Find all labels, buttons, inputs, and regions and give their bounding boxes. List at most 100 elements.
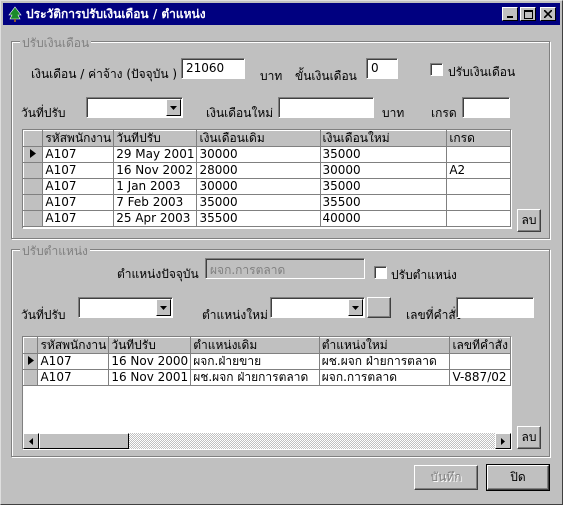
- table-row[interactable]: A107 16 Nov 2000 ผจก.ฝ่ายขาย ผช.ผจก ฝ่ายการ…: [23, 353, 511, 370]
- chevron-down-icon[interactable]: [348, 299, 363, 316]
- row-indicator[interactable]: [23, 146, 44, 163]
- new-position-label: ตำแหน่งใหม่: [202, 308, 268, 322]
- row-indicator[interactable]: [23, 210, 44, 227]
- maximize-icon[interactable]: [520, 7, 536, 21]
- column-header[interactable]: เงินเดือนเดิม: [196, 130, 321, 147]
- column-header[interactable]: ตำแหน่งเดิม: [190, 337, 320, 354]
- salary-date-label: วันที่ปรับ: [21, 106, 66, 120]
- table-cell[interactable]: 35000: [196, 194, 321, 211]
- close-icon[interactable]: [540, 7, 556, 21]
- column-header[interactable]: เกรด: [446, 130, 511, 147]
- table-cell[interactable]: ผช.ผจก ฝ่ายการตลาด: [190, 369, 320, 386]
- table-cell[interactable]: 35000: [320, 146, 448, 163]
- table-cell[interactable]: [446, 146, 511, 163]
- table-cell[interactable]: 16 Nov 2000: [108, 353, 192, 370]
- column-header[interactable]: วันที่ปรับ: [113, 130, 198, 147]
- new-position-lookup-button[interactable]: [367, 297, 391, 318]
- new-position-combo[interactable]: [270, 297, 365, 318]
- new-salary-field[interactable]: [278, 97, 374, 118]
- scroll-left-icon[interactable]: [23, 433, 39, 449]
- position-horizontal-scrollbar[interactable]: [23, 433, 511, 449]
- table-cell[interactable]: 30000: [320, 162, 448, 179]
- position-date-combo[interactable]: [78, 297, 173, 318]
- table-row[interactable]: A107 25 Apr 2003 35500 40000: [23, 210, 511, 227]
- table-cell[interactable]: 7 Feb 2003: [113, 194, 198, 211]
- save-button[interactable]: บันทึก: [414, 465, 478, 490]
- table-cell[interactable]: A107: [42, 162, 115, 179]
- salary-group-title: ปรับเงินเดือน: [20, 34, 92, 53]
- scroll-track[interactable]: [39, 433, 495, 449]
- position-date-label: วันที่ปรับ: [21, 308, 66, 322]
- column-header[interactable]: รหัสพนักงาน: [42, 130, 115, 147]
- table-cell[interactable]: ผช.ผจก ฝ่ายการตลาด: [319, 353, 451, 370]
- salary-step-label: ขั้นเงินเดือน: [295, 69, 357, 83]
- row-indicator[interactable]: [23, 178, 44, 195]
- table-cell[interactable]: ผจก.ฝ่ายขาย: [190, 353, 320, 370]
- table-cell[interactable]: 35500: [320, 194, 448, 211]
- order-no-field[interactable]: [456, 297, 534, 318]
- current-salary-label: เงินเดือน / ค่าจ้าง (ปัจจุบัน ): [31, 67, 178, 81]
- table-cell[interactable]: A107: [42, 194, 115, 211]
- minimize-icon[interactable]: [502, 7, 518, 21]
- adjust-salary-checkbox[interactable]: [430, 63, 443, 76]
- table-cell[interactable]: 29 May 2001: [113, 146, 198, 163]
- column-header[interactable]: รหัสพนักงาน: [37, 337, 110, 354]
- scroll-thumb[interactable]: [39, 433, 129, 449]
- row-indicator[interactable]: [23, 369, 39, 386]
- position-grid[interactable]: รหัสพนักงาน วันที่ปรับ ตำแหน่งเดิม ตำแหน่งใ…: [22, 336, 512, 450]
- table-cell[interactable]: 35500: [196, 210, 321, 227]
- table-cell[interactable]: A107: [37, 369, 110, 386]
- table-row[interactable]: A107 7 Feb 2003 35000 35500: [23, 194, 511, 211]
- scroll-right-icon[interactable]: [495, 433, 511, 449]
- table-cell[interactable]: 30000: [196, 178, 321, 195]
- close-button[interactable]: ปิด: [486, 464, 550, 491]
- table-cell[interactable]: A107: [37, 353, 110, 370]
- grade-field[interactable]: [462, 97, 510, 118]
- table-cell[interactable]: [446, 210, 511, 227]
- table-row[interactable]: A107 29 May 2001 30000 35000: [23, 146, 511, 163]
- table-row[interactable]: A107 16 Nov 2001 ผช.ผจก ฝ่ายการตลาด ผจก.การ…: [23, 369, 511, 386]
- row-indicator[interactable]: [23, 353, 39, 370]
- table-cell[interactable]: 28000: [196, 162, 321, 179]
- column-header[interactable]: เลขที่คำสั่ง: [449, 337, 511, 354]
- table-cell[interactable]: A107: [42, 178, 115, 195]
- table-cell[interactable]: A2: [446, 162, 511, 179]
- salary-grid[interactable]: รหัสพนักงาน วันที่ปรับ เงินเดือนเดิม เงินเด…: [22, 129, 512, 229]
- salary-delete-button[interactable]: ลบ: [517, 209, 541, 232]
- column-header[interactable]: ตำแหน่งใหม่: [318, 337, 451, 354]
- column-header[interactable]: วันที่ปรับ: [108, 337, 192, 354]
- salary-step-field[interactable]: 0: [366, 58, 398, 79]
- window-title: ประวัติการปรับเงินเดือน / ตำแหน่ง: [26, 6, 206, 21]
- row-indicator[interactable]: [23, 162, 44, 179]
- table-cell[interactable]: ผจก.การตลาด: [319, 369, 451, 386]
- position-group-title: ปรับตำแหน่ง: [20, 242, 90, 261]
- table-cell[interactable]: [449, 353, 511, 370]
- table-cell[interactable]: 40000: [320, 210, 448, 227]
- row-indicator[interactable]: [23, 194, 44, 211]
- table-cell[interactable]: A107: [42, 146, 115, 163]
- adjust-position-checkbox[interactable]: [374, 266, 387, 279]
- table-cell[interactable]: [446, 178, 511, 195]
- column-header[interactable]: เงินเดือนใหม่: [319, 130, 448, 147]
- table-cell[interactable]: 16 Nov 2001: [108, 369, 192, 386]
- chevron-down-icon[interactable]: [166, 99, 181, 116]
- current-position-label: ตำแหน่งปัจจุบัน: [117, 267, 199, 281]
- table-cell[interactable]: 30000: [196, 146, 321, 163]
- new-salary-baht-label: บาท: [382, 106, 405, 120]
- chevron-down-icon[interactable]: [156, 299, 171, 316]
- position-delete-button[interactable]: ลบ: [517, 426, 541, 449]
- position-table: รหัสพนักงาน วันที่ปรับ ตำแหน่งเดิม ตำแหน่งใ…: [23, 337, 511, 386]
- table-cell[interactable]: A107: [42, 210, 115, 227]
- table-row[interactable]: A107 1 Jan 2003 30000 35000: [23, 178, 511, 195]
- salary-date-combo[interactable]: [86, 97, 183, 118]
- current-salary-field[interactable]: 21060: [181, 58, 245, 79]
- table-cell[interactable]: 16 Nov 2002: [113, 162, 198, 179]
- baht-label: บาท: [260, 69, 283, 83]
- title-bar[interactable]: ประวัติการปรับเงินเดือน / ตำแหน่ง: [3, 3, 560, 25]
- table-cell[interactable]: 25 Apr 2003: [113, 210, 198, 227]
- table-cell[interactable]: 1 Jan 2003: [113, 178, 198, 195]
- table-cell[interactable]: 35000: [320, 178, 448, 195]
- table-cell[interactable]: V-887/02: [449, 369, 511, 386]
- table-row[interactable]: A107 16 Nov 2002 28000 30000 A2: [23, 162, 511, 179]
- table-cell[interactable]: [446, 194, 511, 211]
